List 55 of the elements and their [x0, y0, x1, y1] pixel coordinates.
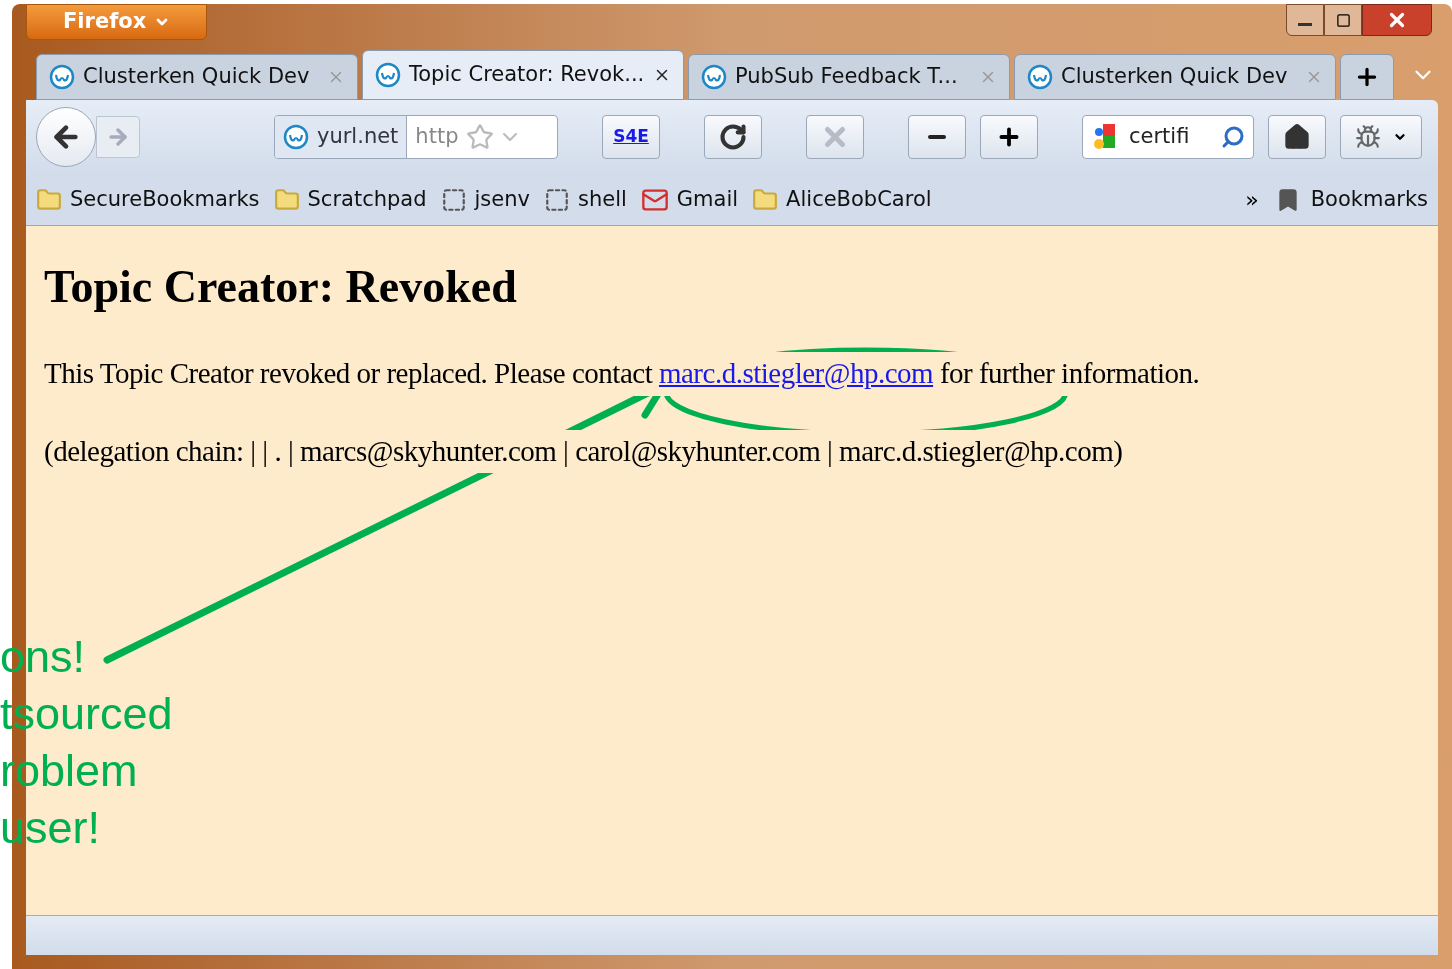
- folder-icon: [36, 186, 62, 213]
- site-identity-button[interactable]: yurl.net: [275, 116, 408, 158]
- site-icon: [49, 64, 75, 90]
- addon-button[interactable]: [1340, 115, 1422, 159]
- zoom-out-button[interactable]: [908, 115, 966, 159]
- back-button[interactable]: [36, 107, 96, 167]
- tab-title: Clusterken Quick Dev: [83, 63, 311, 91]
- site-icon: [701, 64, 727, 90]
- star-icon[interactable]: [466, 123, 495, 151]
- bookmark-item[interactable]: Scratchpad: [273, 183, 427, 216]
- bookmarks-menu-button[interactable]: Bookmarks: [1274, 183, 1428, 216]
- tab-title: PubSub Feedback T...: [735, 63, 959, 91]
- maximize-icon: [1335, 12, 1351, 28]
- site-icon: [283, 124, 309, 150]
- reload-icon: [719, 123, 747, 151]
- search-text: certifi: [1129, 123, 1191, 151]
- minimize-button[interactable]: [1286, 4, 1324, 36]
- reload-button[interactable]: [704, 115, 762, 159]
- maximize-button[interactable]: [1324, 4, 1362, 36]
- email-link[interactable]: marc.d.stiegler@hp.com: [658, 357, 934, 389]
- site-icon: [375, 62, 401, 88]
- zoom-in-button[interactable]: [980, 115, 1038, 159]
- delegation-chain-text: (delegation chain: | | . | marcs@skyhunter.com | carol@skyhunter.com | marc.d.stiegler@hp.com): [44, 429, 1123, 473]
- browser-tab[interactable]: Clusterken Quick Dev: [1014, 54, 1336, 100]
- bookmark-item[interactable]: jsenv: [440, 183, 530, 216]
- folder-icon: [752, 186, 779, 213]
- tab-title: Topic Creator: Revok...: [409, 61, 645, 89]
- browser-tab[interactable]: Clusterken Quick Dev: [36, 54, 358, 100]
- new-tab-button[interactable]: [1340, 54, 1394, 100]
- close-button[interactable]: [1362, 4, 1432, 36]
- message-text: This Topic Creator revoked or replaced. Please contact marc.d.stiegler@hp.com for further information.: [44, 352, 1200, 396]
- bookmarks-overflow[interactable]: »: [1245, 183, 1259, 216]
- bookmark-item[interactable]: shell: [543, 183, 627, 216]
- url-text: http: [414, 123, 460, 151]
- search-icon[interactable]: [1221, 125, 1245, 149]
- home-icon: [1283, 123, 1311, 151]
- bookmark-item[interactable]: SecureBookmarks: [36, 183, 260, 216]
- browser-tab[interactable]: PubSub Feedback T...: [688, 54, 1010, 100]
- page-icon: [440, 186, 467, 213]
- browser-tab[interactable]: Topic Creator: Revok...: [362, 50, 684, 100]
- bookmark-item[interactable]: AliceBobCarol: [752, 183, 932, 216]
- s4e-button[interactable]: S4E: [602, 115, 660, 159]
- home-button[interactable]: [1268, 115, 1326, 159]
- minimize-icon: [1298, 22, 1312, 26]
- search-field[interactable]: certifi: [1082, 115, 1254, 159]
- bookmark-item[interactable]: Gmail: [640, 183, 739, 216]
- site-icon: [1027, 64, 1053, 90]
- folder-icon: [273, 186, 300, 213]
- tab-title: Clusterken Quick Dev: [1061, 63, 1289, 91]
- page-icon: [543, 186, 570, 213]
- page-heading: Topic Creator: Revoked: [44, 264, 518, 310]
- forward-arrow-icon: [106, 125, 130, 149]
- minus-icon: [928, 135, 946, 139]
- bug-icon: [1355, 124, 1381, 150]
- address-field[interactable]: yurl.net http: [274, 115, 558, 159]
